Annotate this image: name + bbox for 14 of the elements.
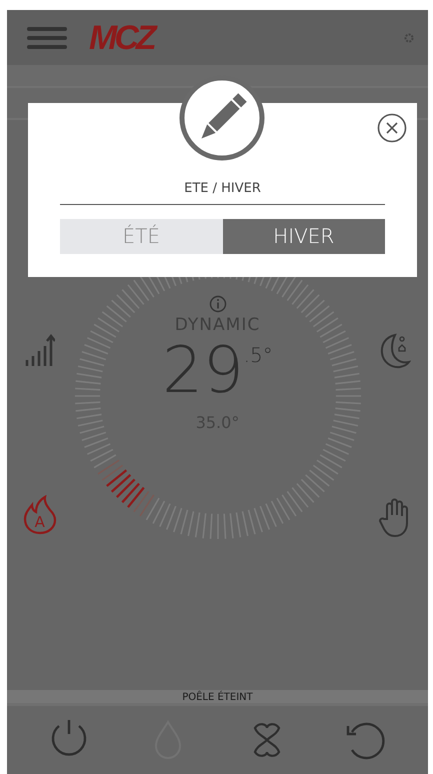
menu-button[interactable] [27, 26, 67, 48]
season-option[interactable]: HIVER [222, 218, 385, 254]
logo: MCZ [89, 20, 154, 54]
info-icon[interactable] [208, 295, 226, 313]
menu-icon [27, 26, 67, 48]
close-button[interactable] [377, 113, 407, 143]
season-option[interactable]: ÉTÉ [60, 218, 222, 254]
signal-icon[interactable] [24, 333, 55, 367]
auto-mode-button[interactable]: A [20, 495, 60, 535]
status-bar: POÊLE ÉTEINT [7, 690, 428, 706]
settings-icon[interactable] [404, 32, 414, 42]
moon-icon[interactable] [379, 333, 412, 369]
dialog-title: ETE / HIVER [60, 179, 385, 204]
close-icon [377, 113, 407, 143]
